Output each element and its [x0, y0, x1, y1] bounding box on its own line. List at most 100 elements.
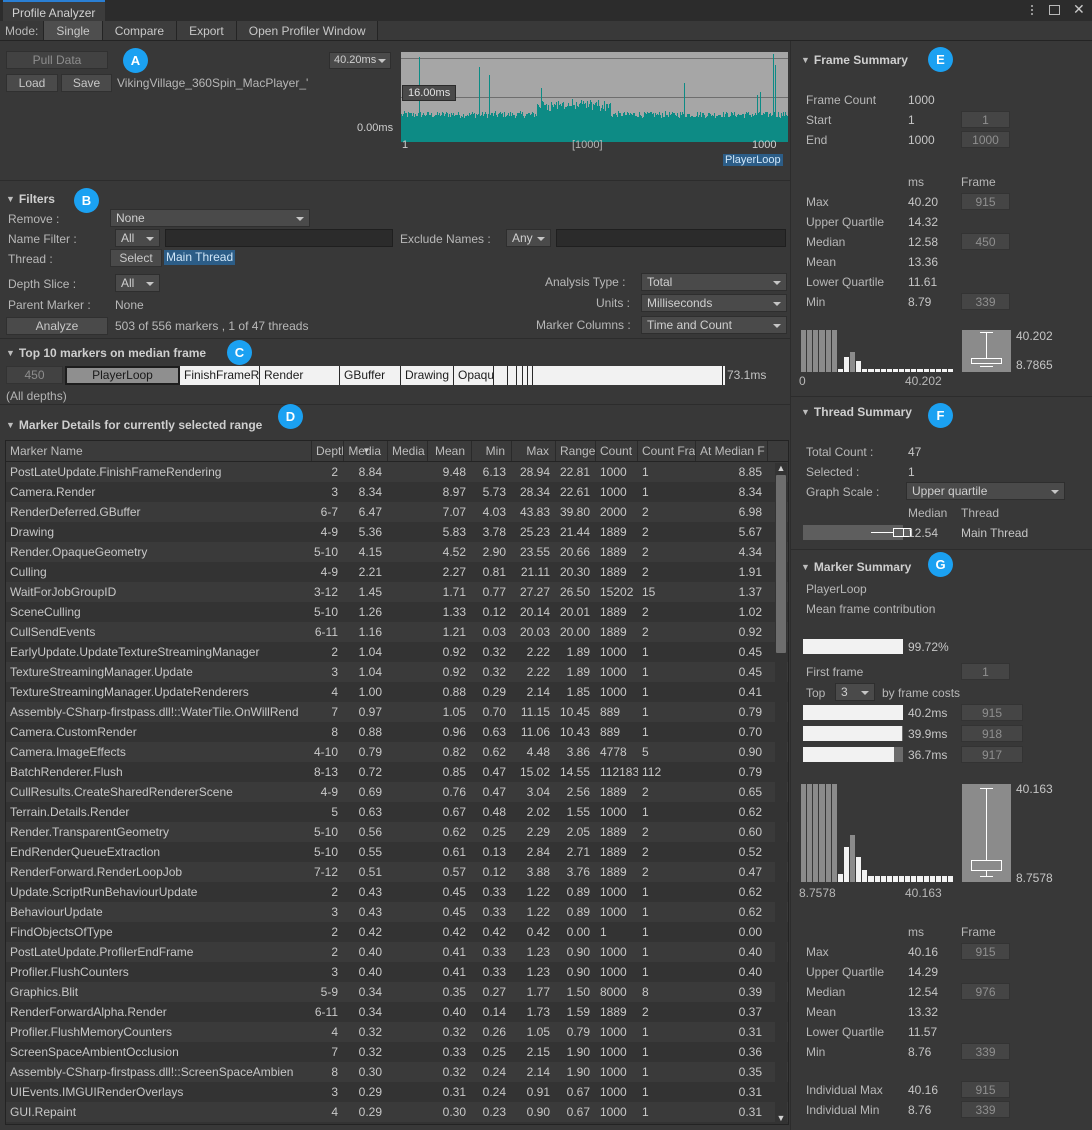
mode-button-export[interactable]: Export [176, 21, 237, 40]
table-row[interactable]: Terrain.Details.Render50.630.670.482.021… [6, 802, 788, 822]
top10-section-header[interactable]: ▼Top 10 markers on median frame [6, 346, 206, 360]
table-row[interactable]: Camera.ImageEffects4-100.790.820.624.483… [6, 742, 788, 762]
top10-segment[interactable] [494, 366, 508, 385]
mode-button-single[interactable]: Single [43, 21, 102, 40]
table-row[interactable]: Camera.CustomRender80.880.960.6311.0610.… [6, 722, 788, 742]
table-row[interactable]: CullResults.CreateSharedRendererScene4-9… [6, 782, 788, 802]
remove-dropdown[interactable]: None [110, 209, 310, 227]
table-row[interactable]: BatchRenderer.Flush8-130.720.850.4715.02… [6, 762, 788, 782]
maximize-icon[interactable] [1049, 3, 1063, 17]
table-row[interactable]: ScreenSpaceAmbientOcclusion70.320.330.25… [6, 1042, 788, 1062]
top10-segment[interactable]: Render [260, 366, 340, 385]
stat-frame-chip[interactable]: 450 [961, 233, 1010, 250]
table-row[interactable]: Update.ScriptRunBehaviourUpdate20.430.45… [6, 882, 788, 902]
column-header-mean[interactable]: Mean [428, 441, 472, 461]
top10-segment[interactable] [508, 366, 517, 385]
table-row[interactable]: Culling4-92.212.270.8121.1120.30188921.9… [6, 562, 788, 582]
top10-segment[interactable]: GBuffer [340, 366, 401, 385]
marker-summary-header[interactable]: ▼Marker Summary [801, 560, 911, 574]
stat-frame-chip[interactable]: 339 [961, 1101, 1010, 1118]
pull-data-button[interactable]: Pull Data [6, 51, 108, 69]
table-row[interactable]: PostLateUpdate.FinishFrameRendering28.84… [6, 462, 788, 482]
frame-time-graph[interactable] [401, 52, 788, 142]
stat-frame-chip[interactable]: 339 [961, 293, 1010, 310]
top-frame-chip[interactable]: 918 [961, 725, 1023, 742]
table-row[interactable]: CullSendEvents6-111.161.210.0320.0320.00… [6, 622, 788, 642]
thread-summary-header[interactable]: ▼Thread Summary [801, 405, 912, 419]
table-row[interactable]: RenderForward.RenderLoopJob7-120.510.570… [6, 862, 788, 882]
marker-columns-dropdown[interactable]: Time and Count [641, 316, 787, 334]
stat-frame-chip[interactable]: 339 [961, 1043, 1010, 1060]
table-row[interactable]: UIEvents.IMGUIRenderOverlays30.290.310.2… [6, 1082, 788, 1102]
graph-scale-dropdown-thread[interactable]: Upper quartile [906, 482, 1065, 500]
marker-details-section-header[interactable]: ▼Marker Details for currently selected r… [6, 418, 262, 432]
scrollbar-thumb[interactable] [776, 475, 786, 653]
table-row[interactable]: FindObjectsOfType20.420.420.420.420.0011… [6, 922, 788, 942]
mode-button-open-profiler-window[interactable]: Open Profiler Window [236, 21, 379, 40]
top10-segment[interactable]: Drawing [401, 366, 454, 385]
first-frame-chip[interactable]: 1 [961, 663, 1010, 680]
table-row[interactable]: SceneCulling5-101.261.330.1220.1420.0118… [6, 602, 788, 622]
exclude-names-mode-dropdown[interactable]: Any [506, 229, 551, 247]
exclude-names-input[interactable] [556, 229, 786, 247]
table-row[interactable]: Drawing4-95.365.833.7825.2321.44188925.6… [6, 522, 788, 542]
table-row[interactable]: TextureStreamingManager.Update31.040.920… [6, 662, 788, 682]
table-row[interactable]: Assembly-CSharp-firstpass.dll!::WaterTil… [6, 702, 788, 722]
save-button[interactable]: Save [61, 74, 112, 92]
depth-slice-dropdown[interactable]: All [115, 274, 160, 292]
table-row[interactable]: RenderForwardAlpha.Render6-110.340.400.1… [6, 1002, 788, 1022]
top10-segment[interactable]: FinishFrameR [180, 366, 260, 385]
table-row[interactable]: RenderDeferred.GBuffer6-76.477.074.0343.… [6, 502, 788, 522]
thread-median-slider[interactable] [803, 525, 903, 540]
top10-marker-bar[interactable]: PlayerLoopFinishFrameRRenderGBufferDrawi… [65, 366, 725, 385]
column-header-media[interactable]: Media▼ [344, 441, 388, 461]
column-header-media[interactable]: Media [388, 441, 428, 461]
top-frame-chip[interactable]: 917 [961, 746, 1023, 763]
stat-frame-chip[interactable]: 915 [961, 943, 1010, 960]
kebab-menu-icon[interactable] [1025, 3, 1039, 17]
table-row[interactable]: EndRenderQueueExtraction5-100.550.610.13… [6, 842, 788, 862]
thread-select-button[interactable]: Select [110, 249, 162, 267]
frame-summary-header[interactable]: ▼Frame Summary [801, 53, 908, 67]
table-row[interactable]: WaitForJobGroupID3-121.451.710.7727.2726… [6, 582, 788, 602]
top-count-dropdown[interactable]: 3 [835, 683, 875, 701]
stat-frame-chip[interactable]: 915 [961, 193, 1010, 210]
top10-segment[interactable]: PlayerLoop [65, 366, 180, 385]
table-row[interactable]: PostLateUpdate.ProfilerEndFrame20.400.41… [6, 942, 788, 962]
column-header-depth[interactable]: Depth [312, 441, 344, 461]
units-dropdown[interactable]: Milliseconds [641, 294, 787, 312]
close-icon[interactable]: ✕ [1073, 3, 1087, 17]
top-frame-chip[interactable]: 915 [961, 704, 1023, 721]
table-row[interactable]: Render.OpaqueGeometry5-104.154.522.9023.… [6, 542, 788, 562]
table-row[interactable]: Camera.Render38.348.975.7328.3422.611000… [6, 482, 788, 502]
stat-frame-chip[interactable]: 915 [961, 1081, 1010, 1098]
table-row[interactable]: Assembly-CSharp-firstpass.dll!::ScreenSp… [6, 1062, 788, 1082]
table-row[interactable]: BehaviourUpdate30.430.450.331.220.891000… [6, 902, 788, 922]
table-row[interactable]: Render.TransparentGeometry5-100.560.620.… [6, 822, 788, 842]
table-row[interactable]: Profiler.FlushCounters30.400.410.331.230… [6, 962, 788, 982]
window-tab-profile-analyzer[interactable]: Profile Analyzer [3, 0, 105, 21]
table-row[interactable]: EarlyUpdate.UpdateTextureStreamingManage… [6, 642, 788, 662]
thread-selected-value[interactable]: Main Thread [164, 250, 235, 265]
graph-scale-dropdown[interactable]: 40.20ms [329, 52, 391, 69]
column-header-min[interactable]: Min [472, 441, 512, 461]
thread-row-name[interactable]: Main Thread [961, 526, 1028, 540]
top10-segment[interactable]: Opaqu [454, 366, 494, 385]
analysis-type-dropdown[interactable]: Total [641, 273, 787, 291]
table-row[interactable]: Graphics.Blit5-90.340.350.271.771.508000… [6, 982, 788, 1002]
scroll-up-arrow-icon[interactable]: ▲ [775, 463, 787, 473]
column-header-max[interactable]: Max [512, 441, 556, 461]
table-scrollbar[interactable]: ▲ ▼ [775, 463, 787, 1123]
start-frame-chip[interactable]: 1 [961, 111, 1010, 128]
load-button[interactable]: Load [6, 74, 58, 92]
name-filter-input[interactable] [165, 229, 393, 247]
scroll-down-arrow-icon[interactable]: ▼ [775, 1113, 787, 1123]
table-row[interactable]: GUI.Repaint40.290.300.230.900.67100010.3… [6, 1102, 788, 1122]
table-row[interactable]: Profiler.FlushMemoryCounters40.320.320.2… [6, 1022, 788, 1042]
table-row[interactable]: TextureStreamingManager.UpdateRenderers4… [6, 682, 788, 702]
graph-selected-marker-tag[interactable]: PlayerLoop [723, 154, 783, 166]
filters-section-header[interactable]: ▼Filters [6, 192, 55, 206]
mode-button-compare[interactable]: Compare [102, 21, 177, 40]
end-frame-chip[interactable]: 1000 [961, 131, 1010, 148]
column-header-count[interactable]: Count [596, 441, 638, 461]
